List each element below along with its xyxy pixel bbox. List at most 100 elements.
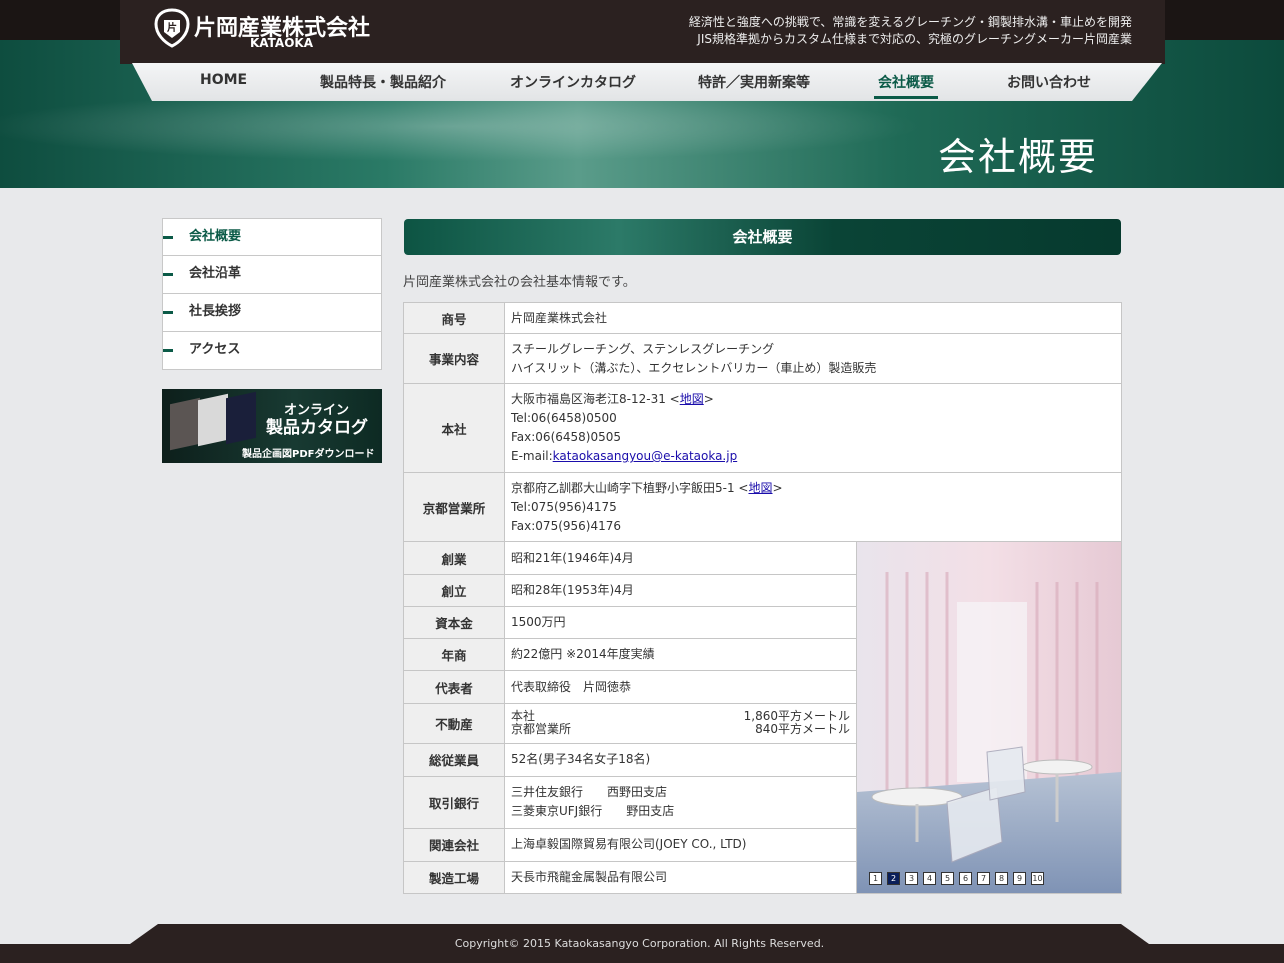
row-value: 昭和21年(1946年)4月 [504, 540, 857, 576]
row-label: 年商 [403, 638, 505, 672]
slideshow-page-9[interactable]: 9 [1013, 872, 1026, 885]
table-row: 事業内容 スチールグレーチング、ステンレスグレーチング ハイスリット（溝ぶた）、… [403, 333, 1122, 384]
tagline-line: 経済性と強度への挑戦で、常識を変えるグレーチング・鋼製排水溝・車止めを開発 [688, 15, 1132, 29]
row-value: 約22億円 ※2014年度実績 [504, 638, 857, 672]
row-value: 大阪市福島区海老江8-12-31 <地図> Tel:06(6458)0500 F… [504, 383, 1122, 473]
catalog-book-image [170, 397, 200, 451]
slideshow-page-7[interactable]: 7 [977, 872, 990, 885]
row-value: 三井住友銀行 西野田支店 三菱東京UFJ銀行 野田支店 [504, 775, 857, 829]
email-label: E-mail: [511, 449, 553, 463]
row-value: スチールグレーチング、ステンレスグレーチング ハイスリット（溝ぶた）、エクセレン… [504, 333, 1122, 384]
row-value: 京都府乙訓郡大山崎字下植野小字飯田5-1 <地図> Tel:075(956)41… [504, 472, 1122, 542]
nav-home[interactable]: HOME [200, 72, 247, 88]
company-info-table: 商号 片岡産業株式会社 事業内容 スチールグレーチング、ステンレスグレーチング … [403, 302, 1122, 895]
main-nav: HOME 製品特長・製品紹介 オンラインカタログ 特許／実用新案等 会社概要 お… [132, 63, 1162, 101]
catalog-book-image [226, 391, 256, 445]
nav-products[interactable]: 製品特長・製品紹介 [320, 72, 446, 92]
office-photo-slideshow: 1 2 3 4 5 6 7 8 9 10 [856, 541, 1122, 894]
row-label: 京都営業所 [403, 472, 505, 542]
slideshow-page-6[interactable]: 6 [959, 872, 972, 885]
slideshow-page-2[interactable]: 2 [887, 872, 900, 885]
section-heading: 会社概要 [404, 219, 1121, 255]
address-bracket: > [772, 480, 783, 495]
bank-line: 三井住友銀行 西野田支店 [511, 785, 668, 800]
real-estate-values: 本社 京都営業所 1,860平方メートル 840平方メートル [511, 710, 850, 736]
table-row: 本社 大阪市福島区海老江8-12-31 <地図> Tel:06(6458)050… [403, 383, 1122, 473]
row-label: 不動産 [403, 703, 505, 744]
logo-subtext: KATAOKA [250, 36, 313, 50]
row-label: 創業 [403, 540, 505, 576]
row-label: 商号 [403, 302, 505, 334]
nav-contact[interactable]: お問い合わせ [1007, 72, 1091, 92]
row-value: 上海卓毅国際貿易有限公司(JOEY CO., LTD) [504, 827, 857, 862]
page-title: 会社概要 [937, 135, 1098, 179]
email-link[interactable]: kataokasangyou@e-kataoka.jp [553, 449, 738, 463]
online-catalog-banner[interactable]: オンライン 製品カタログ 製品企画図PDFダウンロード [162, 389, 382, 463]
sidebar-item-greeting[interactable]: 社長挨拶 [162, 294, 382, 332]
sidebar: 会社概要 会社沿革 社長挨拶 アクセス [162, 218, 382, 370]
sidebar-item-label: アクセス [189, 342, 241, 357]
nav-company[interactable]: 会社概要 [878, 72, 934, 92]
slideshow-page-3[interactable]: 3 [905, 872, 918, 885]
footer-wing [130, 924, 158, 944]
footer-wing [1121, 924, 1149, 944]
row-label: 本社 [403, 383, 505, 473]
real-estate-location: 京都営業所 [511, 722, 572, 737]
address-text: 大阪市福島区海老江8-12-31 < [511, 392, 680, 406]
slideshow-page-10[interactable]: 10 [1031, 872, 1044, 885]
head-office-email: E-mail:kataokasangyou@e-kataoka.jp [511, 447, 1115, 466]
kyoto-office-address: 京都府乙訓郡大山崎字下植野小字飯田5-1 <地図> [511, 479, 1115, 498]
address-bracket: > [703, 392, 714, 406]
row-value: 本社 京都営業所 1,860平方メートル 840平方メートル [504, 703, 857, 744]
row-label: 関連会社 [403, 827, 505, 862]
logo-emblem-icon: 片 [154, 8, 190, 48]
slideshow-page-1[interactable]: 1 [869, 872, 882, 885]
row-label: 資本金 [403, 606, 505, 640]
svg-text:片: 片 [167, 21, 177, 34]
real-estate-locations: 本社 京都営業所 [511, 710, 571, 736]
office-photo: 1 2 3 4 5 6 7 8 9 10 [857, 542, 1121, 893]
row-label: 取引銀行 [403, 775, 505, 829]
sidebar-bullet [163, 311, 173, 314]
sidebar-item-label: 会社概要 [189, 229, 242, 244]
row-value: 1500万円 [504, 606, 857, 640]
row-label: 代表者 [403, 670, 505, 705]
sidebar-item-company[interactable]: 会社概要 [162, 218, 382, 256]
real-estate-area: 840平方メートル [755, 722, 850, 737]
bank-line: 三菱東京UFJ銀行 野田支店 [511, 804, 675, 819]
map-link[interactable]: 地図 [748, 481, 772, 495]
table-row: 創業 昭和21年(1946年)4月 1 2 3 4 5 6 7 8 9 10 [403, 540, 1122, 894]
map-link[interactable]: 地図 [680, 392, 704, 406]
kyoto-office-tel: Tel:075(956)4175 [511, 499, 617, 514]
sidebar-item-label: 社長挨拶 [189, 304, 242, 319]
company-logo[interactable]: 片 片岡産業株式会社 KATAOKA [152, 8, 372, 52]
table-row: 京都営業所 京都府乙訓郡大山崎字下植野小字飯田5-1 <地図> Tel:075(… [403, 472, 1122, 542]
row-label: 創立 [403, 574, 505, 608]
slideshow-page-8[interactable]: 8 [995, 872, 1008, 885]
business-line: ハイスリット（溝ぶた）、エクセレントバリカー（車止め）製造販売 [511, 360, 877, 375]
nav-patents[interactable]: 特許／実用新案等 [698, 72, 810, 92]
row-label: 製造工場 [403, 860, 505, 895]
row-value: 代表取締役 片岡徳恭 [504, 670, 857, 705]
business-line: スチールグレーチング、ステンレスグレーチング [511, 341, 775, 356]
footer-copyright: Copyright© 2015 Kataokasangyo Corporatio… [158, 924, 1121, 963]
slideshow-page-5[interactable]: 5 [941, 872, 954, 885]
nav-active-indicator [874, 96, 938, 99]
head-office-address: 大阪市福島区海老江8-12-31 <地図> [511, 390, 1115, 409]
row-value: 天長市飛龍金属製品有限公司 [504, 860, 857, 895]
office-interior-image [857, 542, 1121, 893]
slideshow-page-4[interactable]: 4 [923, 872, 936, 885]
kyoto-office-fax: Fax:075(956)4176 [511, 518, 622, 533]
catalog-book-image [198, 393, 228, 447]
nav-online-catalog[interactable]: オンラインカタログ [510, 72, 636, 92]
row-value: 52名(男子34名女子18名) [504, 742, 857, 777]
slideshow-pager: 1 2 3 4 5 6 7 8 9 10 [869, 872, 1044, 885]
row-value: 昭和28年(1953年)4月 [504, 574, 857, 608]
sidebar-bullet [163, 273, 173, 276]
address-text: 京都府乙訓郡大山崎字下植野小字飯田5-1 < [511, 480, 749, 495]
sidebar-bullet [163, 349, 173, 352]
sidebar-item-history[interactable]: 会社沿革 [162, 256, 382, 294]
sidebar-item-access[interactable]: アクセス [162, 332, 382, 370]
row-label: 総従業員 [403, 742, 505, 777]
row-label: 事業内容 [403, 333, 505, 384]
